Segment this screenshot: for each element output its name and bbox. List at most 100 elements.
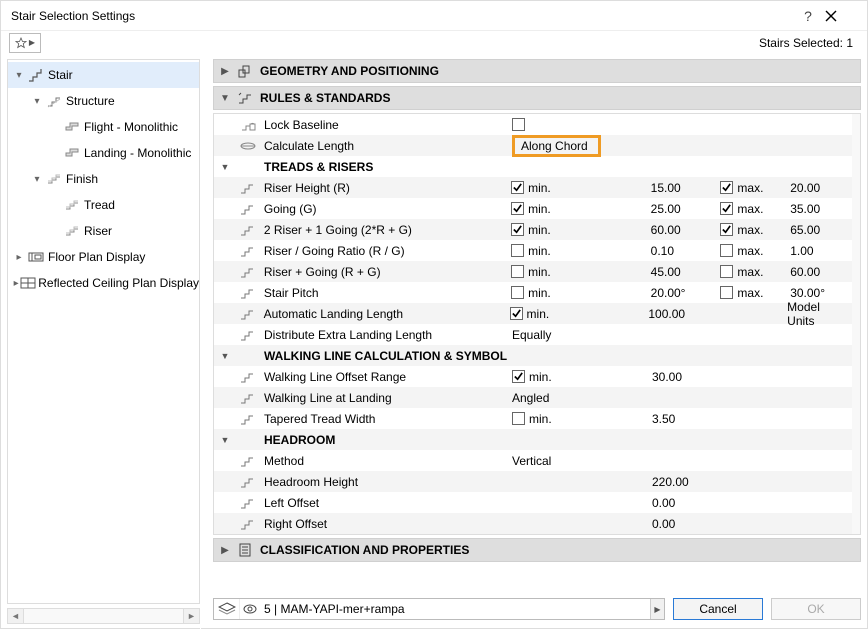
min-value[interactable]: 0.10 xyxy=(651,244,721,258)
chevron-down-icon[interactable]: ▼ xyxy=(214,162,236,172)
rule-icon xyxy=(236,454,260,468)
checkbox[interactable] xyxy=(510,307,523,320)
checkbox[interactable] xyxy=(512,118,525,131)
layer-selector[interactable]: 5 | MAM-YAPI-mer+rampa ▶ xyxy=(213,598,665,620)
tree-icon xyxy=(62,121,82,133)
checkbox[interactable] xyxy=(720,223,733,236)
max-label: max. xyxy=(737,202,763,216)
max-value[interactable]: 20.00 xyxy=(790,181,850,195)
rules-row: Right Offset 0.00 xyxy=(214,513,860,534)
close-button[interactable] xyxy=(825,10,859,22)
rules-row: Calculate LengthAlong Chord xyxy=(214,135,860,156)
min-label: min. xyxy=(527,307,550,321)
rule-label: Going (G) xyxy=(260,202,511,216)
section-title: RULES & STANDARDS xyxy=(254,91,390,105)
tree-item[interactable]: ▸Floor Plan Display xyxy=(8,244,199,270)
min-value[interactable]: 15.00 xyxy=(651,181,721,195)
min-label: min. xyxy=(528,244,551,258)
tree-item[interactable]: Flight - Monolithic xyxy=(8,114,199,140)
checkbox[interactable] xyxy=(512,370,525,383)
max-label: max. xyxy=(737,223,763,237)
min-value[interactable]: 25.00 xyxy=(651,202,721,216)
section-geometry[interactable]: ▶ GEOMETRY AND POSITIONING xyxy=(213,59,861,83)
rule-value[interactable]: Angled xyxy=(512,391,652,405)
max-value[interactable]: 30.00° xyxy=(790,286,850,300)
checkbox[interactable] xyxy=(720,202,733,215)
min-value[interactable]: 100.00 xyxy=(648,307,717,321)
tree-item[interactable]: ▾Structure xyxy=(8,88,199,114)
checkbox[interactable] xyxy=(720,181,733,194)
min-value[interactable]: 45.00 xyxy=(651,265,721,279)
checkbox[interactable] xyxy=(511,202,524,215)
tree-icon xyxy=(44,173,64,185)
rules-row: Walking Line at LandingAngled xyxy=(214,387,860,408)
rule-label: Riser / Going Ratio (R / G) xyxy=(260,244,511,258)
tree-item[interactable]: ▸Reflected Ceiling Plan Display xyxy=(8,270,199,296)
favorites-button[interactable]: ▶ xyxy=(9,33,41,53)
min-value[interactable]: 20.00° xyxy=(651,286,721,300)
calc-length-value[interactable]: Along Chord xyxy=(512,135,601,157)
chevron-down-icon[interactable]: ▼ xyxy=(214,351,236,361)
rules-row: 2 Riser + 1 Going (2*R + G)min.60.00max.… xyxy=(214,219,860,240)
tree-item[interactable]: Tread xyxy=(8,192,199,218)
rules-row: ▼WALKING LINE CALCULATION & SYMBOL xyxy=(214,345,860,366)
min-value[interactable]: 60.00 xyxy=(651,223,721,237)
chevron-right-icon: ▶ xyxy=(214,545,236,556)
tree-icon xyxy=(26,251,46,263)
min-label: min. xyxy=(528,265,551,279)
scroll-right-icon[interactable]: ► xyxy=(183,609,199,623)
vertical-scrollbar[interactable] xyxy=(852,114,860,534)
num-value[interactable]: 0.00 xyxy=(652,496,722,510)
selection-count: Stairs Selected: 1 xyxy=(759,36,859,50)
min-label: min. xyxy=(529,370,552,384)
section-rules[interactable]: ▼ RULES & STANDARDS xyxy=(213,86,861,110)
chevron-down-icon[interactable]: ▼ xyxy=(214,435,236,445)
tree-item[interactable]: ▾Finish xyxy=(8,166,199,192)
checkbox[interactable] xyxy=(512,412,525,425)
section-classification[interactable]: ▶ CLASSIFICATION AND PROPERTIES xyxy=(213,538,861,562)
checkbox[interactable] xyxy=(511,286,524,299)
section-title: GEOMETRY AND POSITIONING xyxy=(254,64,439,78)
chevron-right-icon: ▶ xyxy=(29,38,35,47)
sidebar: ▾Stair▾StructureFlight - MonolithicLandi… xyxy=(1,55,201,630)
lock-icon xyxy=(236,118,260,132)
footer: 5 | MAM-YAPI-mer+rampa ▶ Cancel OK xyxy=(213,594,861,624)
checkbox[interactable] xyxy=(511,244,524,257)
max-value[interactable]: 60.00 xyxy=(790,265,850,279)
num-value[interactable]: 0.00 xyxy=(652,517,722,531)
chevron-right-icon[interactable]: ▶ xyxy=(650,599,664,619)
rule-label: Left Offset xyxy=(260,496,512,510)
scroll-left-icon[interactable]: ◄ xyxy=(8,609,24,623)
checkbox[interactable] xyxy=(511,223,524,236)
tree-item[interactable]: Landing - Monolithic xyxy=(8,140,199,166)
num-value[interactable]: 220.00 xyxy=(652,475,722,489)
tree-item[interactable]: ▾Stair xyxy=(8,62,199,88)
rule-icon xyxy=(236,223,260,237)
rule-value[interactable]: Vertical xyxy=(512,454,652,468)
scroll-track[interactable] xyxy=(24,609,183,623)
max-value[interactable]: 65.00 xyxy=(790,223,850,237)
tree-item[interactable]: Riser xyxy=(8,218,199,244)
checkbox[interactable] xyxy=(720,286,733,299)
cancel-button[interactable]: Cancel xyxy=(673,598,763,620)
rules-row: Automatic Landing Lengthmin.100.00Model … xyxy=(214,303,860,324)
rules-row: Tapered Tread Widthmin.3.50 xyxy=(214,408,860,429)
min-value[interactable]: 3.50 xyxy=(652,412,722,426)
rules-row: ▼ TREADS & RISERS xyxy=(214,156,860,177)
checkbox[interactable] xyxy=(720,244,733,257)
checkbox[interactable] xyxy=(511,265,524,278)
tree-label: Finish xyxy=(64,172,98,186)
chevron-right-icon: ▶ xyxy=(214,66,236,77)
sidebar-hscroll[interactable]: ◄ ► xyxy=(7,608,200,624)
rule-value[interactable]: Equally xyxy=(512,328,652,342)
tree-label: Tread xyxy=(82,198,115,212)
max-value[interactable]: 1.00 xyxy=(790,244,850,258)
max-value[interactable]: 35.00 xyxy=(790,202,850,216)
rule-label: Right Offset xyxy=(260,517,512,531)
checkbox[interactable] xyxy=(720,265,733,278)
min-value[interactable]: 30.00 xyxy=(652,370,722,384)
checkbox[interactable] xyxy=(511,181,524,194)
help-button[interactable]: ? xyxy=(791,8,825,24)
tree-icon xyxy=(62,225,82,237)
subsection-header: TREADS & RISERS xyxy=(260,160,512,174)
